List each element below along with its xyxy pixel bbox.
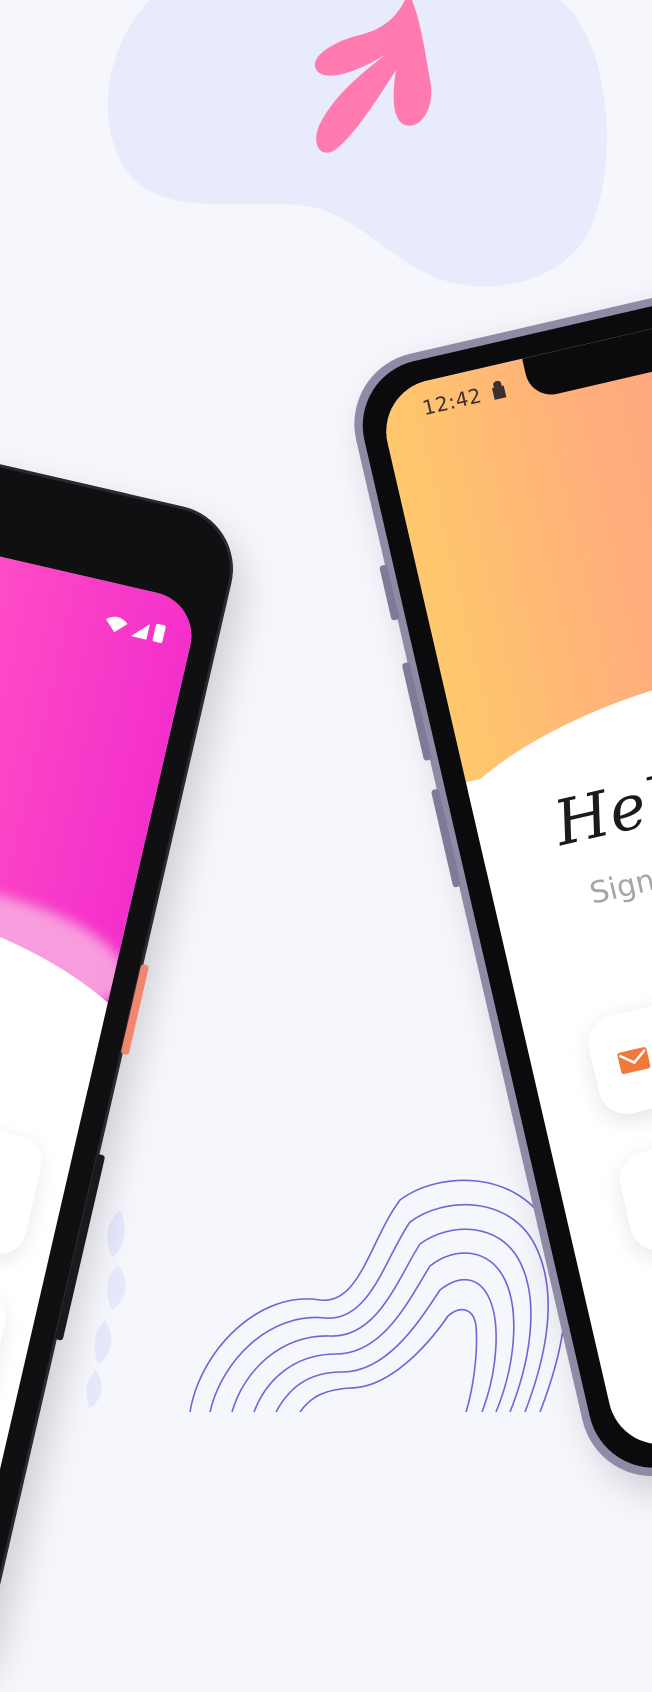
mail-icon xyxy=(617,1047,651,1075)
signal-icon xyxy=(130,624,150,640)
left-password-field[interactable] xyxy=(0,1246,11,1415)
signin-subtitle: Sign in xyxy=(586,855,652,912)
email-field[interactable] xyxy=(582,932,652,1120)
left-email-field[interactable] xyxy=(0,1090,47,1260)
contour-lines xyxy=(189,1179,567,1412)
plant-decoration xyxy=(86,1210,126,1408)
